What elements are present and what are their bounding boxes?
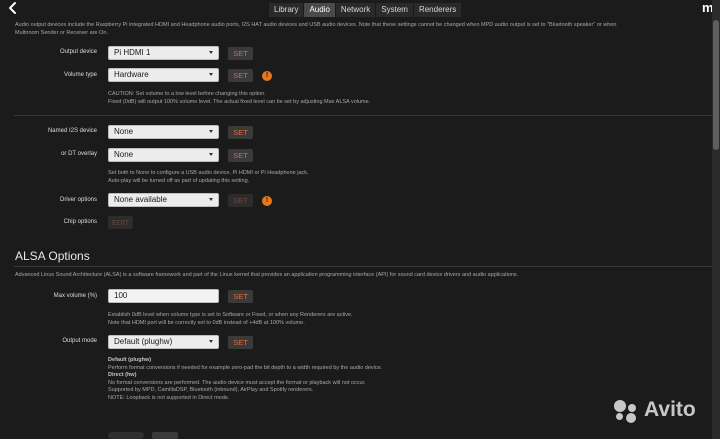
max-volume-note-1: Establish 0dB level when volume type is … (108, 312, 353, 318)
dt-overlay-label: or DT overlay (61, 151, 97, 157)
output-mode-label: Output mode (62, 338, 97, 344)
i2s-device-select[interactable]: None (108, 125, 219, 139)
intro-line-1: Audio output devices include the Raspber… (15, 22, 617, 28)
intro-line-2: Multiroom Sender or Receiver are On. (15, 29, 108, 36)
volume-type-value: Hardware (114, 70, 149, 79)
driver-options-set-button[interactable]: SET (228, 194, 253, 207)
volume-type-notes: CAUTION: Set volume to a low level befor… (108, 91, 528, 106)
output-mode-loopback-note: NOTE: Loopback is not supported in Direc… (108, 394, 230, 401)
driver-options-value: None available (114, 195, 167, 204)
avito-watermark: Avito (612, 398, 696, 423)
scrollbar-thumb[interactable] (713, 20, 719, 150)
toggle-switch[interactable] (108, 432, 144, 439)
top-navigation-bar: Library Audio Network System Renderers m (0, 0, 714, 18)
output-mode-notes: Default (plughw) Perform format conversi… (108, 357, 528, 402)
output-mode-default-title: Default (plughw) (108, 357, 152, 363)
avito-wordmark: Avito (644, 398, 696, 421)
output-device-select[interactable]: Pi HDMI 1 (108, 46, 219, 60)
tab-library[interactable]: Library (269, 3, 305, 17)
volume-fixed-note: Fixed (0dB) will output 100% volume leve… (108, 98, 371, 105)
output-device-label: Output device (59, 49, 97, 55)
volume-type-set-button[interactable]: SET (228, 69, 253, 82)
avito-logo-icon (612, 398, 642, 423)
chevron-down-icon (209, 73, 213, 76)
dt-overlay-notes: Set both to None to configure a USB audi… (108, 170, 508, 185)
i2s-device-label: Named I2S device (47, 128, 97, 134)
config-tabs: Library Audio Network System Renderers (269, 3, 463, 17)
chip-options-edit-button[interactable]: EDIT (108, 216, 133, 229)
volume-caution-note: CAUTION: Set volume to a low level befor… (108, 91, 266, 97)
chevron-down-icon (209, 340, 213, 343)
volume-type-select[interactable]: Hardware (108, 68, 219, 82)
output-mode-set-button[interactable]: SET (228, 336, 253, 349)
partial-set-button[interactable] (152, 432, 178, 439)
driver-options-select[interactable]: None available (108, 193, 219, 207)
driver-options-label: Driver options (59, 197, 97, 203)
output-mode-supported-note: Supported by MPD, CamillaDSP, Bluetooth … (108, 387, 314, 393)
alsa-options-heading: ALSA Options (15, 249, 90, 263)
output-mode-select[interactable]: Default (plughw) (108, 335, 219, 349)
chevron-down-icon (209, 153, 213, 156)
dt-overlay-note-1: Set both to None to configure a USB audi… (108, 170, 309, 176)
page-scrollbar[interactable] (712, 0, 720, 439)
output-mode-value: Default (plughw) (114, 337, 173, 346)
max-volume-set-button[interactable]: SET (228, 290, 253, 303)
dt-overlay-set-button[interactable]: SET (228, 149, 253, 162)
output-mode-default-desc: Perform format conversions if needed for… (108, 364, 383, 371)
info-icon[interactable]: ! (262, 71, 272, 81)
chevron-down-icon (209, 198, 213, 201)
tab-renderers[interactable]: Renderers (413, 3, 463, 17)
section-divider (14, 266, 712, 267)
back-arrow-icon[interactable] (6, 1, 20, 15)
dt-overlay-value: None (114, 150, 134, 159)
chip-options-label: Chip options (63, 219, 97, 225)
output-device-set-button[interactable]: SET (228, 47, 253, 60)
max-volume-notes: Establish 0dB level when volume type is … (108, 312, 528, 327)
i2s-device-set-button[interactable]: SET (228, 126, 253, 139)
chevron-down-icon (209, 130, 213, 133)
volume-type-label: Volume type (63, 72, 97, 78)
dt-overlay-select[interactable]: None (108, 148, 219, 162)
dt-overlay-note-2: Auto-play will be turned off as part of … (108, 177, 250, 184)
max-volume-input[interactable]: 100 (108, 289, 219, 303)
info-icon[interactable]: ! (262, 196, 272, 206)
output-mode-direct-title: Direct (hw) (108, 372, 137, 378)
section-divider (14, 115, 712, 116)
alsa-description: Advanced Linux Sound Architecture (ALSA)… (15, 272, 519, 278)
output-mode-direct-desc: No format conversions are performed. The… (108, 379, 366, 386)
max-volume-label: Max volume (%) (53, 293, 97, 299)
output-device-value: Pi HDMI 1 (114, 48, 151, 57)
chevron-down-icon (209, 51, 213, 54)
audio-intro-text: Audio output devices include the Raspber… (15, 22, 705, 37)
tab-audio[interactable]: Audio (304, 3, 336, 17)
i2s-device-value: None (114, 127, 134, 136)
tab-system[interactable]: System (376, 3, 414, 17)
max-volume-note-2: Note that HDMI port will be correctly se… (108, 319, 305, 326)
tab-network[interactable]: Network (335, 3, 377, 17)
